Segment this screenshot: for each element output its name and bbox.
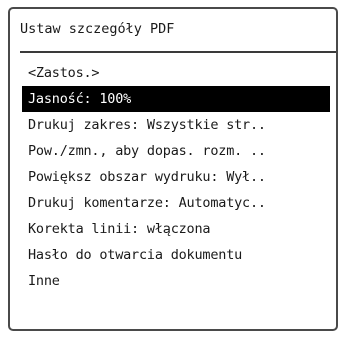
menu-item-open-password[interactable]: Hasło do otwarcia dokumentu: [22, 242, 330, 268]
pdf-settings-panel: Ustaw szczegóły PDF <Zastos.> Jasność: 1…: [8, 7, 338, 331]
menu-item-print-comments[interactable]: Drukuj komentarze: Automatyc..: [22, 190, 330, 216]
menu-item-brightness[interactable]: Jasność: 100%: [22, 86, 330, 112]
menu-item-apply[interactable]: <Zastos.>: [22, 60, 330, 86]
menu-item-line-correction[interactable]: Korekta linii: włączona: [22, 216, 330, 242]
screen-title: Ustaw szczegóły PDF: [20, 21, 175, 37]
title-divider: [20, 51, 336, 53]
menu-item-print-range[interactable]: Drukuj zakres: Wszystkie str..: [22, 112, 330, 138]
settings-menu: <Zastos.> Jasność: 100% Drukuj zakres: W…: [22, 60, 330, 294]
menu-item-enlarge-print-area[interactable]: Powiększ obszar wydruku: Wył..: [22, 164, 330, 190]
menu-item-fit-to-paper[interactable]: Pow./zmn., aby dopas. rozm. ..: [22, 138, 330, 164]
menu-item-other[interactable]: Inne: [22, 268, 330, 294]
